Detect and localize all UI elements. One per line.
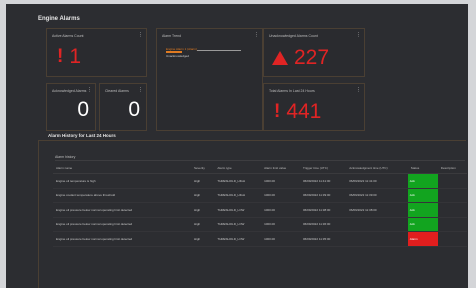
- tile-title: Acknowledged Alarms: [52, 89, 87, 93]
- column-header[interactable]: Alarm type: [214, 163, 262, 174]
- status-badge: Ack: [407, 217, 438, 232]
- column-header[interactable]: Acknowledgment time (UTC): [346, 163, 408, 174]
- kpi-value: 0: [77, 98, 89, 121]
- menu-icon[interactable]: ⋮: [356, 87, 361, 93]
- description: [437, 173, 467, 189]
- menu-icon[interactable]: ⋮: [138, 32, 143, 38]
- alarm-type: THRESHOLD_HIGH: [214, 188, 262, 203]
- cleared-alarms-tile: Cleared Alarms ⋮ 0: [99, 83, 147, 131]
- alarm-history-table: Alarm name Severity Alarm type Alarm lim…: [53, 163, 467, 247]
- kpi-acknowledged: 0: [77, 98, 89, 122]
- unacknowledged-alarms-tile: Unacknowledged Alarms Count ⋮ 227: [263, 28, 365, 77]
- tile-title: Alarm Trend: [162, 34, 182, 38]
- alarm-name: Engine coolant temperature above thresho…: [53, 188, 191, 203]
- kpi-value: 0: [128, 98, 140, 121]
- table-row[interactable]: Engine oil temperature is high High THRE…: [53, 173, 467, 189]
- kpi-value: 227: [294, 46, 330, 69]
- alarm-name: Engine oil pressure below normal operati…: [53, 202, 191, 218]
- trigger-time: 06/09/2022 11:35:00: [300, 231, 347, 247]
- alarm-severity: High: [191, 231, 215, 247]
- alarm-limit: 1000.00: [261, 231, 300, 247]
- column-header[interactable]: Severity: [191, 163, 215, 174]
- status-badge: Ack: [407, 173, 438, 189]
- exclamation-icon: !: [57, 46, 64, 67]
- table-row[interactable]: Engine oil pressure below normal operati…: [53, 231, 467, 247]
- table-header-row: Alarm name Severity Alarm type Alarm lim…: [53, 163, 467, 174]
- trend-line: [166, 51, 182, 53]
- trigger-time: 06/09/2022 11:38:00: [300, 202, 347, 218]
- menu-icon[interactable]: ⋮: [138, 87, 143, 93]
- tile-title: Total Alarms In Last 24 Hours: [269, 89, 315, 93]
- trigger-time: 06/09/2022 11:39:00: [300, 188, 347, 203]
- status-badge: Ack: [407, 202, 438, 218]
- column-header[interactable]: Description: [437, 163, 467, 174]
- alarm-type: THRESHOLD_LOW: [214, 202, 262, 218]
- description: [437, 217, 467, 232]
- column-header[interactable]: Alarm name: [53, 163, 191, 174]
- description: [437, 188, 467, 203]
- ack-time: [346, 231, 408, 247]
- ack-time: 06/09/2022 11:41:00: [346, 173, 408, 189]
- tile-title: Active Alarms Count: [52, 34, 84, 38]
- alarm-trend-tile: Alarm Trend ⋮ Engine Alarm 1 (Alarm) Una…: [156, 28, 263, 131]
- active-alarms-tile: Active Alarms Count ⋮ ! 1: [46, 28, 147, 77]
- alarm-name: Engine oil pressure below normal operati…: [53, 217, 191, 232]
- table-row[interactable]: Engine oil pressure below normal operati…: [53, 217, 467, 232]
- alarm-limit: 1000.00: [261, 188, 300, 203]
- alarm-severity: High: [191, 217, 215, 232]
- exclamation-icon: !: [274, 101, 281, 122]
- column-header[interactable]: Status: [407, 163, 438, 174]
- menu-icon[interactable]: ⋮: [356, 32, 361, 38]
- kpi-value: 1: [69, 45, 82, 68]
- description: [437, 202, 467, 218]
- menu-icon[interactable]: ⋮: [87, 87, 92, 93]
- kpi-value: 441: [286, 100, 322, 123]
- status-badge: Alarm: [407, 231, 438, 247]
- column-header[interactable]: Alarm limit value: [261, 163, 300, 174]
- total-alarms-tile: Total Alarms In Last 24 Hours ⋮ ! 441: [263, 83, 365, 131]
- table-row[interactable]: Engine oil pressure below normal operati…: [53, 202, 467, 218]
- alarm-type: THRESHOLD_LOW: [214, 217, 262, 232]
- alarm-history-panel: Alarm history Alarm name Severity Alarm …: [38, 140, 467, 288]
- kpi-unacknowledged: 227: [272, 46, 329, 70]
- ack-time: 06/09/2022 11:38:00: [346, 202, 408, 218]
- trigger-time: 06/09/2022 11:36:00: [300, 217, 347, 232]
- alarm-limit: 1000.00: [261, 202, 300, 218]
- alarm-severity: High: [191, 173, 215, 189]
- kpi-total-alarms: ! 441: [274, 100, 321, 124]
- history-subheading: Alarm history: [55, 155, 76, 159]
- dashboard-screen: Engine Alarms Active Alarms Count ⋮ ! 1 …: [6, 4, 468, 288]
- alarm-severity: High: [191, 202, 215, 218]
- alarm-limit: 1000.00: [261, 217, 300, 232]
- tile-title: Unacknowledged Alarms Count: [269, 34, 318, 38]
- alarm-name: Engine oil temperature is high: [53, 173, 191, 189]
- table-row[interactable]: Engine coolant temperature above thresho…: [53, 188, 467, 203]
- column-header[interactable]: Trigger time (UTC): [300, 163, 347, 174]
- kpi-cleared: 0: [128, 98, 140, 122]
- kpi-active-alarms: ! 1: [57, 45, 81, 69]
- alarm-limit: 1000.00: [261, 173, 300, 189]
- menu-icon[interactable]: ⋮: [254, 32, 259, 38]
- ack-time: 06/09/2022 11:39:00: [346, 188, 408, 203]
- alarm-type: THRESHOLD_HIGH: [214, 173, 262, 189]
- warning-icon: [272, 51, 288, 65]
- ack-time: [346, 217, 408, 232]
- alarm-type: THRESHOLD_LOW: [214, 231, 262, 247]
- status-badge: Ack: [407, 188, 438, 203]
- tile-title: Cleared Alarms: [105, 89, 129, 93]
- history-section-title: Alarm History for Last 24 Hours: [48, 133, 116, 138]
- trigger-time: 06/09/2022 11:41:00: [300, 173, 347, 189]
- trend-baseline: [197, 50, 241, 51]
- description: [437, 231, 467, 247]
- trend-legend-sub: Unacknowledged: [166, 54, 190, 58]
- alarm-severity: High: [191, 188, 215, 203]
- page-title: Engine Alarms: [38, 16, 80, 22]
- divider: [55, 160, 465, 161]
- alarm-name: Engine oil pressure below normal operati…: [53, 231, 191, 247]
- acknowledged-alarms-tile: Acknowledged Alarms ⋮ 0: [46, 83, 96, 131]
